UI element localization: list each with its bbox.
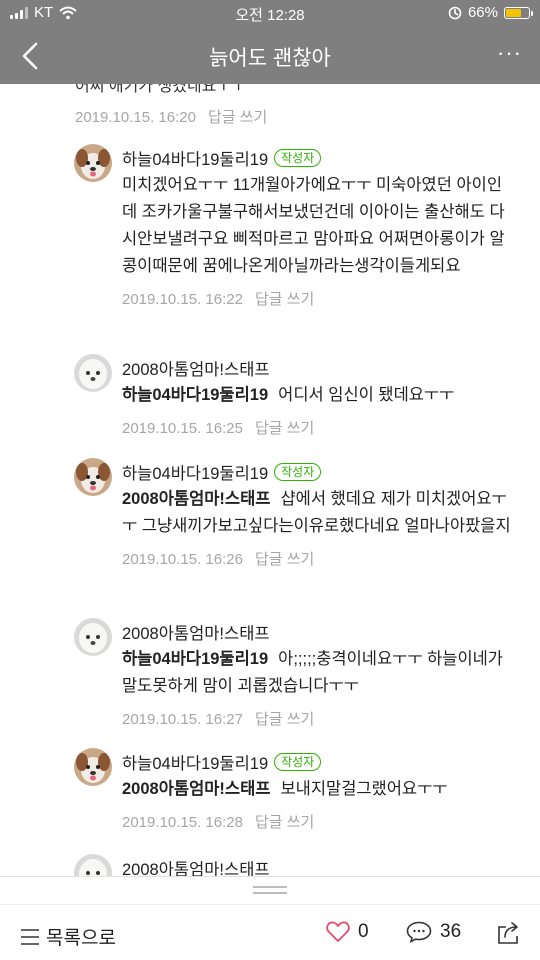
share-icon[interactable] [496,921,522,945]
list-button-label: 목록으로 [46,928,116,949]
comment-item: 하늘04바다19둘리19 작성자 미치겠어요ㅜㅜ 11개월아가에요ㅜㅜ 미숙아였던… [74,144,514,309]
comment-author-name[interactable]: 2008아톰엄마!스태프 [122,356,270,380]
comment-item: 하늘04바다19둘리19 작성자 2008아톰엄마!스태프 보내지말걸그랬어요ㅜㅜ … [74,748,514,832]
heart-icon [326,921,350,942]
toolbar-handle-bar[interactable] [0,876,540,904]
location-icon [448,6,462,19]
mention-tag[interactable]: 2008아톰엄마!스태프 [122,780,270,798]
comment-date: 2019.10.15. 16:22 [122,291,243,308]
list-button[interactable]: 목록으로 [20,923,116,950]
more-icon[interactable]: ··· [497,42,522,64]
comment-icon [406,921,432,943]
nav-bar: 늙어도 괜찮아 ··· [0,26,540,84]
comment-author-name[interactable]: 2008아톰엄마!스태프 [122,620,270,644]
comment-item: 2008아톰엄마!스태프 하늘04바다19둘리19 아;;;;;충격이네요ㅜㅜ 하… [74,618,514,729]
list-icon [21,928,39,945]
reply-button[interactable]: 답글 쓰기 [208,109,267,126]
comment-meta: 2019.10.15. 16:22 답글 쓰기 [122,288,514,309]
avatar-author[interactable] [74,144,112,182]
comment-author-name[interactable]: 하늘04바다19둘리19 [122,750,268,774]
comment-item: 하늘04바다19둘리19 작성자 2008아톰엄마!스태프 샵에서 했데요 제가 미… [74,458,514,569]
status-right: 66% [448,4,533,21]
mention-tag[interactable]: 2008아톰엄마!스태프 [122,490,270,508]
comment-button[interactable]: 36 [406,921,461,943]
comment-text: 미치겠어요ㅜㅜ 11개월아가에요ㅜㅜ 미숙아였던 아이인데 조카가울구불구해서보… [122,176,505,275]
comment-date: 2019.10.15. 16:27 [122,711,243,728]
reply-button[interactable]: 답글 쓰기 [255,420,314,437]
author-badge: 작성자 [274,753,322,771]
reply-button[interactable]: 답글 쓰기 [255,291,314,308]
comment-meta: 2019.10.15. 16:25 답글 쓰기 [122,417,514,438]
comment-text: 어디서 임신이 됐데요ㅜㅜ [278,386,455,404]
avatar-staff[interactable] [74,854,112,876]
comment-author-name[interactable]: 하늘04바다19둘리19 [122,146,268,170]
page-title: 늙어도 괜찮아 [209,47,331,70]
comment-date: 2019.10.15. 16:28 [122,814,243,831]
author-badge: 작성자 [274,149,322,167]
like-button[interactable]: 0 [326,921,369,943]
comment-date: 2019.10.15. 16:25 [122,420,243,437]
comment-author-name[interactable]: 하늘04바다19둘리19 [122,460,268,484]
comment-item: 2008아톰엄마!스태프 [74,854,514,876]
partial-comment-meta: 2019.10.15. 16:20 답글 쓰기 [75,106,267,127]
drag-handle-icon[interactable] [253,886,287,894]
partial-comment-text: 어쩌 애기가 생겼네요ㅜㅜ [75,84,246,95]
comment-text-wrapper: 2008아톰엄마!스태프 보내지말걸그랬어요ㅜㅜ [122,776,514,803]
bottom-toolbar: 목록으로 0 36 [0,904,540,960]
avatar-author[interactable] [74,748,112,786]
reply-button[interactable]: 답글 쓰기 [255,711,314,728]
comment-meta: 2019.10.15. 16:28 답글 쓰기 [122,811,514,832]
comment-text-wrapper: 하늘04바다19둘리19 어디서 임신이 됐데요ㅜㅜ [122,382,514,409]
comment-text-wrapper: 2008아톰엄마!스태프 샵에서 했데요 제가 미치겠어요ㅜㅜ 그냥새끼가보고싶다… [122,486,514,540]
comment-meta: 2019.10.15. 16:27 답글 쓰기 [122,708,514,729]
comment-list[interactable]: 어쩌 애기가 생겼네요ㅜㅜ 2019.10.15. 16:20 답글 쓰기 하늘0… [0,84,540,876]
avatar-staff[interactable] [74,354,112,392]
comment-item: 2008아톰엄마!스태프 하늘04바다19둘리19 어디서 임신이 됐데요ㅜㅜ 2… [74,354,514,438]
comment-author-name[interactable]: 2008아톰엄마!스태프 [122,856,270,876]
comment-meta: 2019.10.15. 16:26 답글 쓰기 [122,548,514,569]
comment-count: 36 [440,921,462,942]
battery-icon [504,6,533,19]
comment-date: 2019.10.15. 16:26 [122,551,243,568]
comment-date: 2019.10.15. 16:20 [75,109,196,126]
author-badge: 작성자 [274,463,322,481]
reply-button[interactable]: 답글 쓰기 [255,551,314,568]
battery-fill [506,8,521,17]
reply-button[interactable]: 답글 쓰기 [255,814,314,831]
avatar-staff[interactable] [74,618,112,656]
avatar-author[interactable] [74,458,112,496]
battery-percent: 66% [467,4,498,21]
like-count: 0 [358,921,369,942]
status-bar: KT 오전 12:28 66% [0,0,540,26]
comment-text: 보내지말걸그랬어요ㅜㅜ [280,780,448,798]
comment-text-wrapper: 하늘04바다19둘리19 아;;;;;충격이네요ㅜㅜ 하늘이네가 말도못하게 맘이… [122,646,514,700]
mention-tag[interactable]: 하늘04바다19둘리19 [122,650,268,668]
mention-tag[interactable]: 하늘04바다19둘리19 [122,386,268,404]
